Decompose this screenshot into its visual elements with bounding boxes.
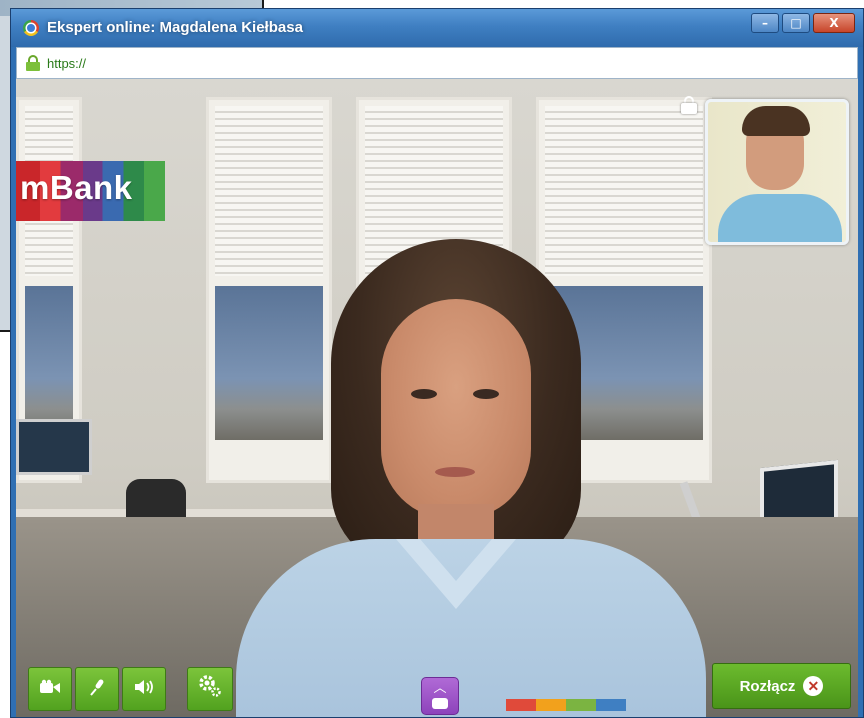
url-text: https:// bbox=[47, 56, 87, 71]
speaker-icon bbox=[133, 679, 155, 700]
secure-lock-icon bbox=[26, 55, 40, 71]
window-controls: – □ X bbox=[751, 13, 855, 33]
minimize-button[interactable]: – bbox=[751, 13, 779, 33]
media-controls bbox=[28, 667, 166, 711]
expert-person bbox=[236, 239, 706, 717]
camera-icon bbox=[39, 679, 61, 700]
chat-toggle-button[interactable]: ︿ bbox=[421, 677, 459, 715]
hangup-label: Rozłącz bbox=[739, 677, 796, 695]
hangup-button[interactable]: Rozłącz ✕ bbox=[712, 663, 851, 709]
self-view-video[interactable] bbox=[705, 99, 849, 245]
microphone-icon bbox=[88, 678, 106, 701]
settings-button[interactable] bbox=[187, 667, 233, 711]
chevron-up-icon: ︿ bbox=[433, 681, 447, 696]
microphone-button[interactable] bbox=[75, 667, 119, 711]
video-call-window: Ekspert online: Magdalena Kiełbasa – □ X… bbox=[10, 8, 864, 718]
title-bar[interactable]: Ekspert online: Magdalena Kiełbasa – □ X bbox=[11, 9, 863, 47]
window-title: Ekspert online: Magdalena Kiełbasa bbox=[47, 19, 303, 36]
close-button[interactable]: X bbox=[813, 13, 855, 33]
close-circle-icon: ✕ bbox=[803, 676, 824, 696]
browser-logo-icon bbox=[23, 20, 39, 36]
camera-button[interactable] bbox=[28, 667, 72, 711]
chat-bubble-icon bbox=[432, 698, 448, 709]
remote-video: mBank ︿ Rozłącz ✕ bbox=[16, 79, 858, 717]
address-bar[interactable]: https:// bbox=[16, 47, 858, 79]
bank-logo: mBank bbox=[16, 161, 165, 221]
maximize-button[interactable]: □ bbox=[782, 13, 810, 33]
lock-icon[interactable] bbox=[680, 96, 698, 114]
logo-text: mBank bbox=[20, 169, 133, 206]
gear-icon bbox=[197, 673, 223, 705]
speaker-button[interactable] bbox=[122, 667, 166, 711]
